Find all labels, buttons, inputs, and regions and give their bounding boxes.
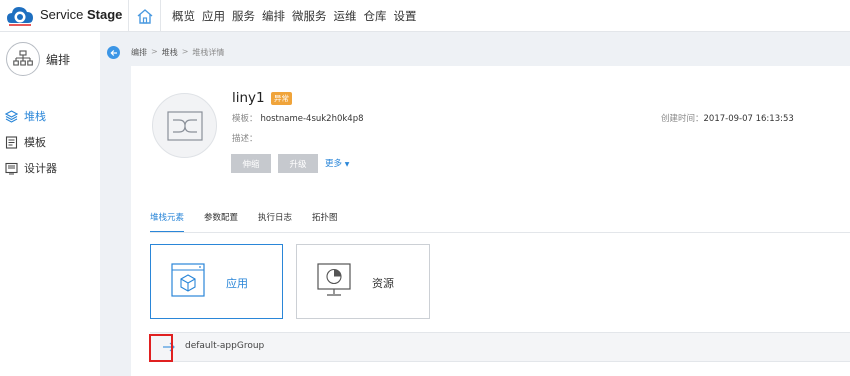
sidebar: 编排 堆栈 模板 设计器 <box>0 32 100 376</box>
sidebar-item-label: 设计器 <box>24 162 57 175</box>
stack-name: liny1 <box>232 90 265 106</box>
arrow-left-icon <box>109 49 117 56</box>
nav-item-ops[interactable]: 运维 <box>334 8 357 24</box>
sidebar-item-label: 模板 <box>24 136 46 149</box>
orchestration-icon <box>6 42 40 76</box>
sidebar-title: 编排 <box>46 52 71 67</box>
tab-stack-elements[interactable]: 堆栈元素 <box>150 211 185 233</box>
stack-description-row: 描述： <box>232 132 261 144</box>
nav-item-settings[interactable]: 设置 <box>394 8 417 24</box>
upgrade-button[interactable]: 升级 <box>278 154 318 173</box>
resource-chart-icon <box>317 263 351 296</box>
nav-item-orchestration[interactable]: 编排 <box>262 8 285 24</box>
top-navbar: Service Stage 概览 应用 服务 编排 微服务 运维 仓库 设置 <box>0 0 850 32</box>
element-card-app[interactable]: 应用 <box>150 244 283 319</box>
home-button[interactable] <box>128 0 161 32</box>
more-label: 更多 <box>325 159 343 169</box>
stack-template-row: 模板： hostname-4suk2h0k4p8 <box>232 112 364 124</box>
app-box-icon <box>171 263 205 297</box>
main-nav: 概览 应用 服务 编排 微服务 运维 仓库 设置 <box>172 0 424 32</box>
breadcrumb-separator: > <box>181 47 189 56</box>
description-label: 描述： <box>232 134 258 144</box>
breadcrumb-separator: > <box>151 47 158 56</box>
breadcrumb-current: 堆栈详情 <box>192 48 225 57</box>
sidebar-item-stack[interactable]: 堆栈 <box>5 108 46 124</box>
card-label-resource: 资源 <box>372 277 394 290</box>
nav-item-repository[interactable]: 仓库 <box>364 8 387 24</box>
status-badge: 异常 <box>271 92 292 105</box>
nav-item-microservices[interactable]: 微服务 <box>292 8 327 24</box>
breadcrumb-stack[interactable]: 堆栈 <box>162 47 178 58</box>
sidebar-header: 编排 <box>6 42 70 76</box>
designer-icon <box>5 162 18 174</box>
more-dropdown[interactable]: 更多 ▼ <box>325 157 349 169</box>
app-group-name: default-appGroup <box>185 341 265 351</box>
tab-topology[interactable]: 拓扑图 <box>312 211 338 233</box>
sidebar-item-template[interactable]: 模板 <box>5 134 46 150</box>
nav-item-overview[interactable]: 概览 <box>172 8 195 24</box>
back-button[interactable] <box>107 46 120 59</box>
service-stage-logo-icon[interactable] <box>6 3 34 27</box>
tab-execution-log[interactable]: 执行日志 <box>258 211 292 233</box>
home-icon <box>137 8 152 24</box>
tab-bar: 堆栈元素 参数配置 执行日志 拓扑图 <box>150 211 358 233</box>
breadcrumb-orchestration[interactable]: 编排 <box>131 47 147 58</box>
created-time: 创建时间：2017-09-07 16:13:53 <box>661 112 794 124</box>
app-group-row[interactable]: default-appGroup <box>150 332 850 362</box>
created-label: 创建时间： <box>661 114 704 124</box>
template-label: 模板： <box>232 114 258 124</box>
sidebar-item-designer[interactable]: 设计器 <box>5 160 57 176</box>
template-value: hostname-4suk2h0k4p8 <box>260 114 364 124</box>
breadcrumb: 编排 > 堆栈 > 堆栈详情 <box>131 47 228 58</box>
highlight-box <box>149 334 173 362</box>
stack-topology-icon <box>166 110 203 141</box>
brand-name[interactable]: Service Stage <box>40 7 122 22</box>
stack-detail-panel: liny1 异常 模板： hostname-4suk2h0k4p8 描述： 创建时… <box>131 66 850 376</box>
card-label-app: 应用 <box>226 277 248 290</box>
template-icon <box>5 135 18 149</box>
nav-item-apps[interactable]: 应用 <box>202 8 225 24</box>
sidebar-item-label: 堆栈 <box>24 110 46 123</box>
nav-item-services[interactable]: 服务 <box>232 8 255 24</box>
element-card-resource[interactable]: 资源 <box>296 244 430 319</box>
scale-button[interactable]: 伸缩 <box>231 154 271 173</box>
tab-divider <box>150 232 850 233</box>
caret-down-icon: ▼ <box>344 161 350 168</box>
stack-icon <box>5 109 18 123</box>
stack-avatar <box>152 93 217 158</box>
tab-parameters[interactable]: 参数配置 <box>204 211 238 233</box>
created-value: 2017-09-07 16:13:53 <box>703 114 794 124</box>
